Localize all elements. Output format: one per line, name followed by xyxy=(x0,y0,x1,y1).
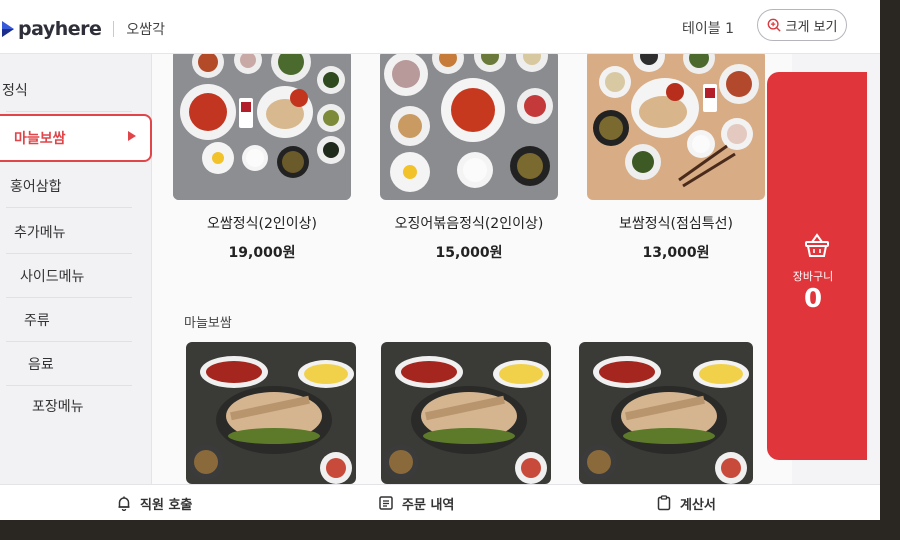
menu-image xyxy=(173,54,351,200)
cart-panel[interactable]: 장바구니 0 xyxy=(767,72,867,460)
kiosk-screen: payhere 오쌈각 테이블 1 크게 보기 정식 마늘보쌈 홍어삼합 추가메… xyxy=(0,0,880,520)
menu-name: 보쌈정식(점심특선) xyxy=(619,216,733,232)
search-zoom-icon xyxy=(767,18,781,32)
category-sidebar: 정식 마늘보쌈 홍어삼합 추가메뉴 사이드메뉴 주류 음료 포장메뉴 xyxy=(0,54,152,484)
sidebar-item-alcohol[interactable]: 주류 xyxy=(0,298,136,342)
header: payhere 오쌈각 테이블 1 크게 보기 xyxy=(0,0,880,54)
sidebar-item-extra-menu[interactable]: 추가메뉴 xyxy=(0,210,136,254)
sidebar-item-label: 사이드메뉴 xyxy=(20,269,85,285)
menu-price: 15,000원 xyxy=(435,245,503,261)
sidebar-item-label: 정식 xyxy=(2,83,28,99)
menu-image xyxy=(587,54,765,200)
logo: payhere 오쌈각 xyxy=(0,18,165,40)
order-history-label: 주문 내역 xyxy=(402,497,455,513)
sidebar-item-label: 포장메뉴 xyxy=(32,399,84,415)
sidebar-item-side-menu[interactable]: 사이드메뉴 xyxy=(0,254,136,298)
sidebar-item-jeongsik[interactable]: 정식 xyxy=(0,68,136,112)
clipboard-icon xyxy=(657,495,671,511)
bill-button[interactable]: 계산서 xyxy=(656,485,716,520)
store-name: 오쌈각 xyxy=(126,22,166,38)
sidebar-item-label: 홍어삼합 xyxy=(10,179,62,195)
menu-name: 오징어볶음정식(2인이상) xyxy=(394,216,544,232)
call-staff-label: 직원 호출 xyxy=(140,497,193,513)
sidebar-item-label: 추가메뉴 xyxy=(14,225,66,241)
receipt-list-icon xyxy=(379,496,393,510)
cart-label: 장바구니 xyxy=(792,270,834,283)
zoom-view-label: 크게 보기 xyxy=(785,19,838,35)
menu-price: 19,000원 xyxy=(228,245,296,261)
chevron-right-icon xyxy=(128,131,136,141)
menu-image xyxy=(579,342,753,484)
sidebar-item-label: 주류 xyxy=(24,313,50,329)
cart-count: 0 xyxy=(803,284,823,314)
sidebar-item-hongeo-samhap[interactable]: 홍어삼합 xyxy=(0,164,136,208)
sidebar-item-takeout-menu[interactable]: 포장메뉴 xyxy=(0,384,136,428)
basket-icon xyxy=(805,233,829,257)
sidebar-item-drinks[interactable]: 음료 xyxy=(0,342,136,386)
table-number: 테이블 1 xyxy=(682,21,734,37)
bell-icon xyxy=(118,496,130,511)
sidebar-item-garlic-bossam[interactable]: 마늘보쌈 xyxy=(0,114,152,162)
bottom-bar: 직원 호출 주문 내역 계산서 xyxy=(0,484,880,520)
bill-label: 계산서 xyxy=(680,497,716,513)
menu-price: 13,000원 xyxy=(642,245,710,261)
order-history-button[interactable]: 주문 내역 xyxy=(378,485,454,520)
call-staff-button[interactable]: 직원 호출 xyxy=(116,485,192,520)
logo-mark-icon xyxy=(2,21,14,37)
sidebar-item-label: 음료 xyxy=(28,357,54,373)
sidebar-item-label: 마늘보쌈 xyxy=(14,131,66,147)
menu-image xyxy=(186,342,356,484)
header-divider xyxy=(113,21,115,37)
menu-name: 오쌈정식(2인이상) xyxy=(207,216,317,232)
menu-image xyxy=(381,342,551,484)
menu-grid: 오쌈정식(2인이상) 19,000원 오징어볶음정식(2인이상) 15,000원… xyxy=(152,54,792,484)
menu-image xyxy=(380,54,558,200)
section-title: 마늘보쌈 xyxy=(184,316,232,331)
brand-name: payhere xyxy=(18,18,102,40)
zoom-view-button[interactable]: 크게 보기 xyxy=(757,9,847,41)
